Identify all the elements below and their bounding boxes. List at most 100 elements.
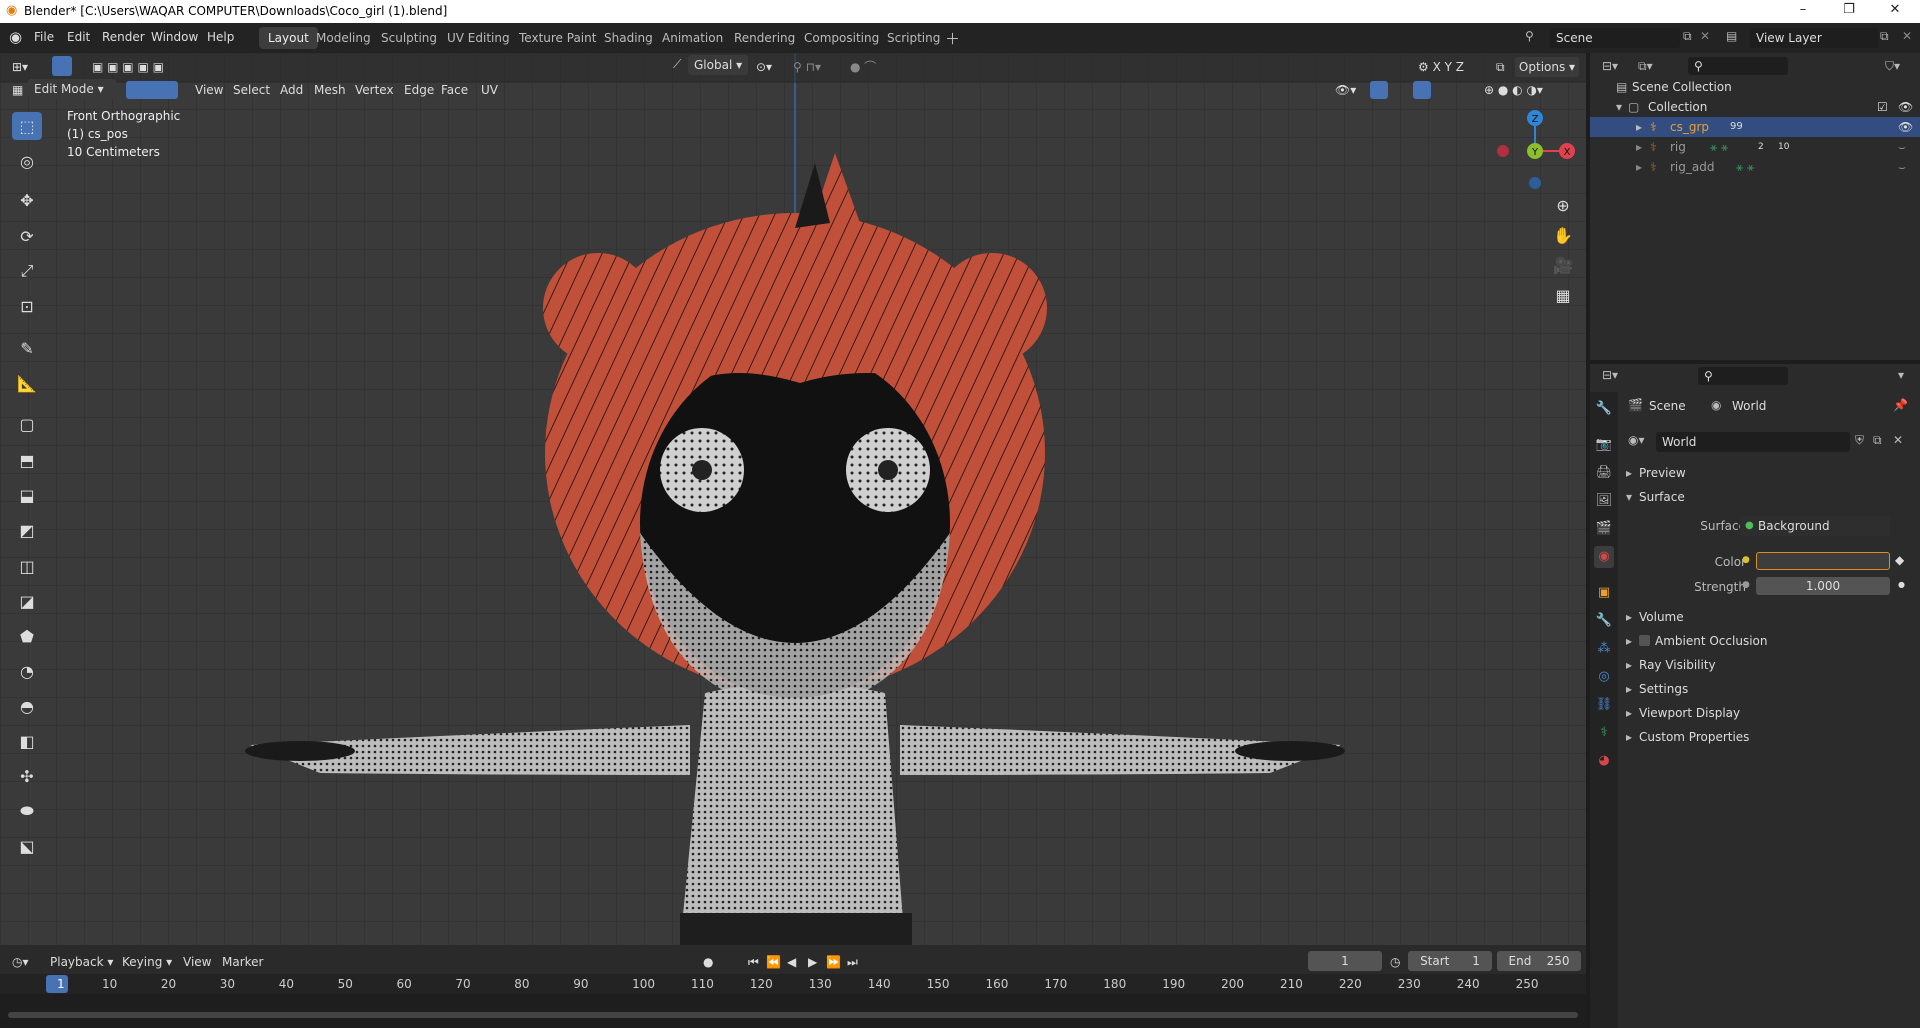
- pin-icon[interactable]: 📌: [1893, 398, 1908, 412]
- rip-tool[interactable]: ⬕: [12, 832, 42, 860]
- hidden-eye-icon[interactable]: ⌣: [1898, 137, 1906, 157]
- section-settings[interactable]: Settings: [1639, 682, 1688, 696]
- select-tool-icon[interactable]: [52, 56, 72, 76]
- current-frame-field[interactable]: 1: [1308, 951, 1382, 971]
- ambient-occlusion-checkbox[interactable]: [1639, 635, 1650, 646]
- extrude-tool[interactable]: ⬒: [12, 446, 42, 474]
- tab-compositing[interactable]: Compositing: [795, 27, 888, 49]
- prev-keyframe-icon[interactable]: ⏪: [766, 952, 781, 972]
- collapsed-arrow-icon[interactable]: ▸: [1626, 706, 1632, 720]
- overlay-toggle-icon[interactable]: [1413, 81, 1431, 99]
- tab-sculpting[interactable]: Sculpting: [372, 27, 446, 49]
- collapsed-arrow-icon[interactable]: ▸: [1626, 658, 1632, 672]
- scene-tab-icon[interactable]: 🎬: [1594, 518, 1614, 540]
- collapsed-arrow-icon[interactable]: ▸: [1626, 730, 1632, 744]
- section-custom-properties[interactable]: Custom Properties: [1639, 730, 1749, 744]
- tab-modeling[interactable]: Modeling: [307, 27, 380, 49]
- 3d-viewport[interactable]: [0, 53, 1586, 945]
- outliner-scene-collection[interactable]: ▤ Scene Collection: [1590, 77, 1920, 97]
- section-ambient-occlusion[interactable]: Ambient Occlusion: [1655, 634, 1767, 648]
- expand-arrow-icon[interactable]: ▸: [1636, 117, 1642, 137]
- properties-search-input[interactable]: ⚲: [1698, 367, 1788, 385]
- editor-type-icon[interactable]: ⊞▾: [12, 57, 28, 77]
- collapsed-arrow-icon[interactable]: ▸: [1626, 682, 1632, 696]
- collapse-arrow-icon[interactable]: ▾: [1616, 97, 1622, 117]
- tab-texture-paint[interactable]: Texture Paint: [510, 27, 605, 49]
- physics-tab-icon[interactable]: ◎: [1594, 666, 1614, 688]
- spin-tool[interactable]: ◔: [12, 657, 42, 685]
- play-icon[interactable]: ▶: [808, 952, 817, 972]
- display-mode-icon[interactable]: ⧉▾: [1638, 59, 1653, 74]
- poly-build-tool[interactable]: ⬟: [12, 622, 42, 650]
- transform-tool[interactable]: ⊡: [12, 292, 42, 320]
- record-icon[interactable]: ●: [703, 952, 713, 972]
- bevel-tool[interactable]: ◩: [12, 516, 42, 544]
- menu-playback[interactable]: Playback ▾: [50, 952, 113, 972]
- navigation-gizmo[interactable]: Z Y X: [1480, 106, 1580, 196]
- data-tab-icon[interactable]: ⚕: [1594, 722, 1614, 744]
- scale-tool[interactable]: ⤢: [12, 257, 42, 285]
- view-layer-icon[interactable]: ▤: [1726, 29, 1737, 43]
- options-dropdown[interactable]: Options ▾: [1515, 57, 1579, 77]
- preview-range-icon[interactable]: ◷: [1390, 952, 1400, 972]
- shear-tool[interactable]: ⬬: [12, 797, 42, 825]
- constraints-tab-icon[interactable]: ⛓: [1594, 694, 1614, 716]
- menu-vertex[interactable]: Vertex: [355, 80, 394, 100]
- world-name-field[interactable]: World: [1656, 432, 1850, 452]
- properties-editor-type-icon[interactable]: ⊟▾: [1602, 368, 1618, 382]
- jump-end-icon[interactable]: ⏭: [847, 952, 858, 972]
- end-frame-field[interactable]: End 250: [1497, 951, 1581, 971]
- menu-window[interactable]: Window: [151, 30, 198, 44]
- menu-render[interactable]: Render: [102, 30, 145, 44]
- menu-help[interactable]: Help: [207, 30, 234, 44]
- smooth-tool[interactable]: ◓: [12, 692, 42, 720]
- tab-rendering[interactable]: Rendering: [725, 27, 804, 49]
- unlink-icon[interactable]: ✕: [1893, 433, 1903, 447]
- outliner-item-rig[interactable]: ▸ ⚕ rig ⚹ ⚹ 2 10 ⌣: [1590, 137, 1920, 157]
- loop-cut-tool[interactable]: ◫: [12, 552, 42, 580]
- cursor-tool[interactable]: ◎: [12, 147, 42, 175]
- exclude-checkbox[interactable]: ☑: [1877, 97, 1888, 117]
- fake-user-icon[interactable]: ⛨: [1855, 433, 1864, 448]
- pivot-icon[interactable]: ⊙▾: [756, 57, 772, 77]
- menu-timeline-view[interactable]: View: [183, 952, 211, 972]
- inset-tool[interactable]: ⬓: [12, 481, 42, 509]
- outliner-item-cs-grp[interactable]: ▸ ⚕ cs_grp 99 👁: [1590, 117, 1920, 137]
- play-reverse-icon[interactable]: ◀: [787, 952, 796, 972]
- visibility-icon[interactable]: 👁▾: [1335, 80, 1356, 100]
- menu-file[interactable]: File: [34, 30, 54, 44]
- minimize-button[interactable]: –: [1788, 2, 1818, 17]
- view-layer-field[interactable]: View Layer: [1750, 28, 1878, 48]
- knife-tool[interactable]: ◪: [12, 587, 42, 615]
- modifier-tab-icon[interactable]: 🔧: [1594, 610, 1614, 632]
- menu-edge[interactable]: Edge: [404, 80, 434, 100]
- section-preview[interactable]: Preview: [1639, 466, 1686, 480]
- proportional-edit-icon[interactable]: ● ⌒: [850, 57, 876, 77]
- outliner-item-rig-add[interactable]: ▸ ⚕ rig_add ⚹ ⚹ ⌣: [1590, 157, 1920, 177]
- jump-start-icon[interactable]: ⏮: [748, 952, 759, 972]
- shrink-fatten-tool[interactable]: ✣: [12, 762, 42, 790]
- measure-tool[interactable]: 📐: [12, 369, 42, 397]
- menu-mesh[interactable]: Mesh: [314, 80, 346, 100]
- expand-arrow-icon[interactable]: ▸: [1636, 137, 1642, 157]
- transform-orientation-dropdown[interactable]: Global ▾: [688, 55, 748, 75]
- menu-keying[interactable]: Keying ▾: [122, 952, 172, 972]
- menu-face[interactable]: Face: [441, 80, 468, 100]
- strength-field[interactable]: 1.000: [1756, 577, 1890, 595]
- close-button[interactable]: ✕: [1880, 2, 1910, 17]
- output-tab-icon[interactable]: 🖨: [1594, 462, 1614, 484]
- view-layer-tab-icon[interactable]: 🖼: [1594, 490, 1614, 512]
- zoom-icon[interactable]: ⊕: [1550, 193, 1576, 219]
- section-ray-visibility[interactable]: Ray Visibility: [1639, 658, 1716, 672]
- tab-scripting[interactable]: Scripting: [878, 27, 949, 49]
- section-viewport-display[interactable]: Viewport Display: [1639, 706, 1740, 720]
- menu-select[interactable]: Select: [233, 80, 270, 100]
- menu-edit[interactable]: Edit: [67, 30, 90, 44]
- new-scene-icon[interactable]: ⧉: [1683, 29, 1692, 44]
- blender-menu-icon[interactable]: ◉: [9, 28, 22, 46]
- object-tab-icon[interactable]: ▣: [1594, 582, 1614, 604]
- hidden-eye-icon[interactable]: ⌣: [1898, 157, 1906, 177]
- surface-shader-field[interactable]: ● Background: [1740, 516, 1890, 536]
- expand-arrow-icon[interactable]: ▸: [1636, 157, 1642, 177]
- annotate-tool[interactable]: ✎: [12, 334, 42, 362]
